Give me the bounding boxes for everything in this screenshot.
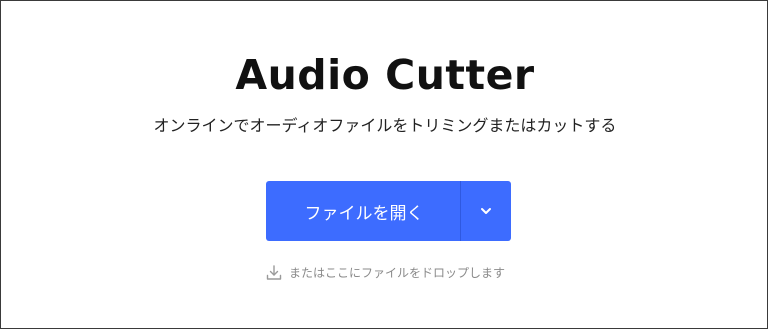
download-icon — [265, 264, 283, 282]
drop-hint-text: またはここにファイルをドロップします — [288, 266, 505, 280]
open-file-button-group: ファイルを開く — [266, 181, 511, 241]
page-subtitle: オンラインでオーディオファイルをトリミングまたはカットする — [153, 116, 617, 135]
app-window: Audio Cutter オンラインでオーディオファイルをトリミングまたはカット… — [0, 0, 768, 329]
page-title: Audio Cutter — [235, 51, 535, 99]
drop-zone-hint: またはここにファイルをドロップします — [1, 264, 768, 282]
open-file-button[interactable]: ファイルを開く — [266, 181, 460, 241]
chevron-down-icon — [481, 208, 491, 214]
open-file-options-button[interactable] — [461, 181, 511, 241]
